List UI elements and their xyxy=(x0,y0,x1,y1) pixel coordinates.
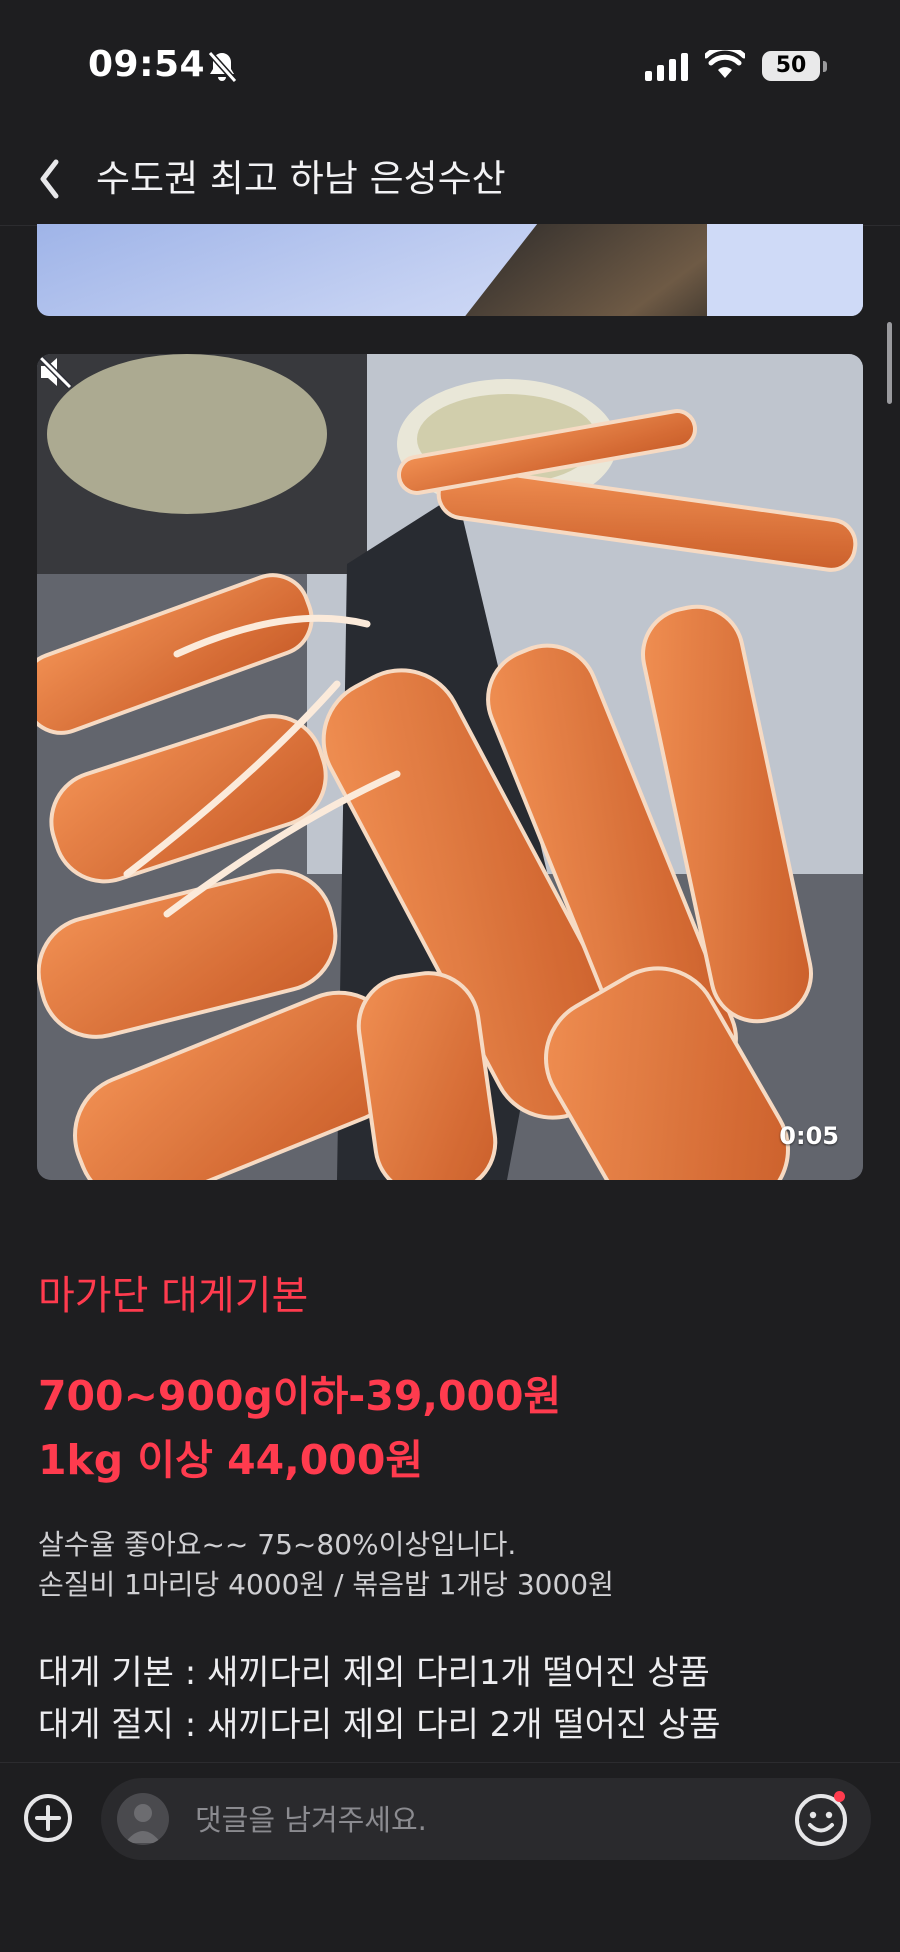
comment-bar xyxy=(0,1762,900,1952)
plus-circle-icon[interactable] xyxy=(22,1792,74,1844)
definition-line-1: 대게 기본 : 새끼다리 제외 다리1개 떨어진 상품 xyxy=(38,1653,710,1693)
speaker-muted-icon[interactable] xyxy=(37,354,75,390)
notification-dot xyxy=(834,1791,845,1802)
crab-legs-video-frame xyxy=(37,354,863,1180)
post-headline: 마가단 대게기본 xyxy=(38,1273,309,1319)
comment-input-container[interactable] xyxy=(101,1778,871,1862)
comment-input[interactable] xyxy=(193,1778,757,1862)
chevron-left-icon[interactable] xyxy=(36,153,86,205)
cellular-signal-icon xyxy=(645,53,688,81)
video-duration: 0:05 xyxy=(779,1122,839,1150)
bell-slash-icon xyxy=(207,51,238,83)
video-player[interactable]: 0:05 xyxy=(37,354,863,1180)
price-line-1: 700~900g이하-39,000원 xyxy=(38,1372,562,1420)
wifi-icon xyxy=(705,50,745,78)
price-line-2: 1kg 이상 44,000원 xyxy=(38,1436,424,1484)
definition-line-2: 대게 절지 : 새끼다리 제외 다리 2개 떨어진 상품 xyxy=(38,1705,721,1745)
page-title: 수도권 최고 하남 은성수산 xyxy=(96,157,506,200)
status-bar: 09:54 50 xyxy=(0,0,900,135)
image-background xyxy=(707,224,863,316)
description-line-1: 살수율 좋아요~~ 75~80%이상입니다. xyxy=(38,1528,517,1561)
description-line-2: 손질비 1마리당 4000원 / 볶음밥 1개당 3000원 xyxy=(38,1568,614,1601)
previous-media-image[interactable] xyxy=(37,224,863,316)
nav-bar: 수도권 최고 하남 은성수산 xyxy=(0,135,900,226)
status-time: 09:54 xyxy=(88,44,206,85)
battery-level: 50 xyxy=(775,53,807,78)
battery-icon: 50 xyxy=(762,51,820,81)
avatar-icon xyxy=(117,1793,169,1845)
battery-nub xyxy=(823,61,827,72)
scroll-indicator[interactable] xyxy=(887,322,892,404)
